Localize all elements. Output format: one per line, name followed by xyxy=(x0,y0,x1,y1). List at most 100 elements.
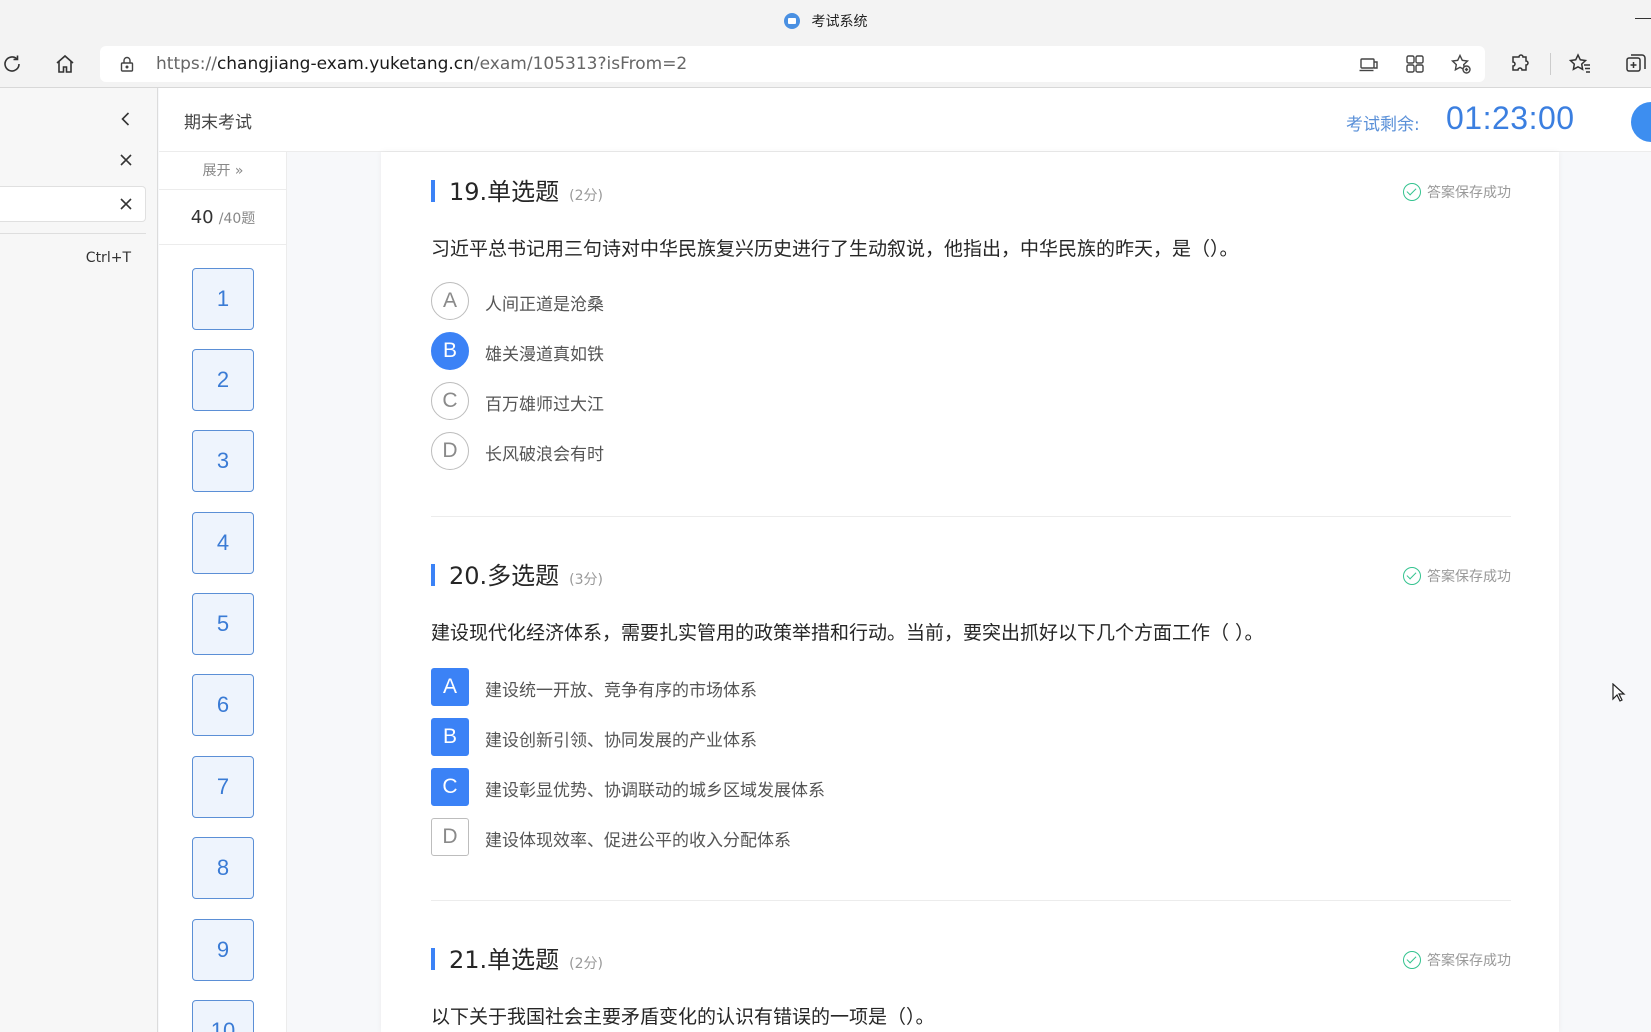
check-circle-icon xyxy=(1403,567,1421,585)
option-b[interactable]: B 雄关漫道真如铁 xyxy=(431,332,1031,370)
option-text[interactable]: 雄关漫道真如铁 xyxy=(485,340,604,365)
question-19: 19.单选题 (2分) 答案保存成功 习近平总书记用三句诗对中华民族复兴历史进行了… xyxy=(431,172,1511,470)
question-score: (2分) xyxy=(569,188,604,204)
title-accent-bar xyxy=(431,948,435,970)
option-letter[interactable]: D xyxy=(431,432,469,470)
total-questions: /40题 xyxy=(218,211,256,227)
option-d[interactable]: D 长风破浪会有时 xyxy=(431,432,1031,470)
question-header: 19.单选题 (2分) 答案保存成功 xyxy=(431,172,1511,212)
address-bar[interactable]: https://changjiang-exam.yuketang.cn/exam… xyxy=(100,46,1485,82)
browser-side-panel: Ctrl+T xyxy=(0,88,158,1032)
time-remaining-label: 考试剩余: xyxy=(1346,115,1420,135)
question-nav-button[interactable]: 10 xyxy=(192,1000,254,1032)
option-letter[interactable]: C xyxy=(431,382,469,420)
extensions-icon[interactable] xyxy=(1508,52,1532,76)
apps-icon[interactable] xyxy=(1404,53,1426,75)
refresh-icon[interactable] xyxy=(0,52,24,76)
question-21: 21.单选题 (2分) 答案保存成功 以下关于我国社会主要矛盾变化的认识有错误的一… xyxy=(431,940,1511,1028)
url-path: /exam/105313?isFrom=2 xyxy=(473,54,688,74)
option-text[interactable]: 百万雄师过大江 xyxy=(485,390,604,415)
title-accent-bar xyxy=(431,564,435,586)
option-c[interactable]: C 百万雄师过大江 xyxy=(431,382,1031,420)
question-nav-button[interactable]: 9 xyxy=(192,919,254,981)
exam-header: 期末考试 考试剩余: 01:23:00 xyxy=(159,88,1651,152)
site-favicon-icon xyxy=(783,13,800,29)
question-stem: 建设现代化经济体系，需要扎实管用的政策举措和行动。当前，要突出抓好以下几个方面工… xyxy=(431,622,1264,644)
question-card: 19.单选题 (2分) 答案保存成功 习近平总书记用三句诗对中华民族复兴历史进行了… xyxy=(381,152,1559,1032)
window-title: 考试系统 xyxy=(0,11,1651,31)
option-text[interactable]: 建设创新引领、协同发展的产业体系 xyxy=(485,726,757,751)
question-title-text: 20.多选题 xyxy=(449,562,560,590)
answered-number: 40 xyxy=(190,207,214,228)
countdown-timer: 01:23:00 xyxy=(1446,100,1575,136)
question-divider xyxy=(431,900,1511,901)
avatar[interactable] xyxy=(1631,102,1651,142)
panel-search-input[interactable] xyxy=(0,186,146,222)
url-text[interactable]: https://changjiang-exam.yuketang.cn/exam… xyxy=(156,54,687,74)
option-letter-selected[interactable]: C xyxy=(431,768,469,806)
option-text[interactable]: 建设体现效率、促进公平的收入分配体系 xyxy=(485,826,791,851)
save-status-text: 答案保存成功 xyxy=(1427,185,1511,201)
answered-count: 40 /40题 xyxy=(159,190,287,245)
check-circle-icon xyxy=(1403,951,1421,969)
question-title: 21.单选题 (2分) xyxy=(449,940,603,975)
save-status: 答案保存成功 xyxy=(1403,950,1511,970)
question-stem: 习近平总书记用三句诗对中华民族复兴历史进行了生动叙说，他指出，中华民族的昨天，是… xyxy=(431,238,1239,260)
option-text[interactable]: 建设统一开放、竞争有序的市场体系 xyxy=(485,676,757,701)
favorites-icon[interactable] xyxy=(1568,52,1592,76)
window-titlebar: 考试系统 xyxy=(0,0,1651,40)
mouse-pointer-icon xyxy=(1612,682,1626,703)
exam-title: 期末考试 xyxy=(184,113,252,133)
collections-icon[interactable] xyxy=(1624,52,1648,76)
question-title: 19.单选题 (2分) xyxy=(449,172,603,207)
question-divider xyxy=(431,516,1511,517)
home-icon[interactable] xyxy=(53,52,77,76)
close-panel-icon[interactable] xyxy=(117,151,135,169)
browser-toolbar: https://changjiang-exam.yuketang.cn/exam… xyxy=(0,40,1651,88)
save-status-text: 答案保存成功 xyxy=(1427,953,1511,969)
save-status: 答案保存成功 xyxy=(1403,182,1511,202)
question-nav-button[interactable]: 5 xyxy=(192,593,254,655)
question-nav-button[interactable]: 6 xyxy=(192,674,254,736)
read-aloud-icon[interactable] xyxy=(1358,53,1380,75)
option-letter[interactable]: A xyxy=(431,282,469,320)
clear-search-icon[interactable] xyxy=(117,195,135,213)
minimize-window-button[interactable] xyxy=(1635,18,1651,19)
check-circle-icon xyxy=(1403,183,1421,201)
question-20: 20.多选题 (3分) 答案保存成功 建设现代化经济体系，需要扎实管用的政策举措和… xyxy=(431,556,1511,856)
new-tab-shortcut: Ctrl+T xyxy=(85,250,131,266)
question-nav-button[interactable]: 3 xyxy=(192,430,254,492)
question-score: (2分) xyxy=(569,956,604,972)
option-b[interactable]: B 建设创新引领、协同发展的产业体系 xyxy=(431,718,1031,756)
option-d[interactable]: D 建设体现效率、促进公平的收入分配体系 xyxy=(431,818,1031,856)
expand-sheet-button[interactable]: 展开 » xyxy=(159,152,287,190)
save-status-text: 答案保存成功 xyxy=(1427,569,1511,585)
question-nav-button[interactable]: 2 xyxy=(192,349,254,411)
window-title-text: 考试系统 xyxy=(811,14,868,30)
answer-sheet-nav: 展开 » 40 /40题 1 2 3 4 5 6 7 8 9 10 xyxy=(159,152,287,1032)
chevron-left-icon[interactable] xyxy=(117,110,135,128)
option-a[interactable]: A 人间正道是沧桑 xyxy=(431,282,1031,320)
option-text[interactable]: 长风破浪会有时 xyxy=(485,440,604,465)
question-title: 20.多选题 (3分) xyxy=(449,556,603,591)
option-a[interactable]: A 建设统一开放、竞争有序的市场体系 xyxy=(431,668,1031,706)
save-status: 答案保存成功 xyxy=(1403,566,1511,586)
option-text[interactable]: 建设彰显优势、协调联动的城乡区域发展体系 xyxy=(485,776,825,801)
option-text[interactable]: 人间正道是沧桑 xyxy=(485,290,604,315)
lock-icon[interactable] xyxy=(118,55,136,73)
question-nav-button[interactable]: 4 xyxy=(192,512,254,574)
question-title-text: 19.单选题 xyxy=(449,178,560,206)
question-header: 20.多选题 (3分) 答案保存成功 xyxy=(431,556,1511,596)
option-c[interactable]: C 建设彰显优势、协调联动的城乡区域发展体系 xyxy=(431,768,1031,806)
question-nav-button[interactable]: 7 xyxy=(192,756,254,818)
option-letter-selected[interactable]: A xyxy=(431,668,469,706)
option-letter-selected[interactable]: B xyxy=(431,332,469,370)
option-letter-selected[interactable]: B xyxy=(431,718,469,756)
option-letter[interactable]: D xyxy=(431,818,469,856)
question-nav-button[interactable]: 8 xyxy=(192,837,254,899)
add-favorite-icon[interactable] xyxy=(1450,53,1472,75)
question-score: (3分) xyxy=(569,572,604,588)
panel-divider xyxy=(0,233,146,234)
toolbar-separator xyxy=(1550,53,1551,75)
question-nav-button[interactable]: 1 xyxy=(192,268,254,330)
